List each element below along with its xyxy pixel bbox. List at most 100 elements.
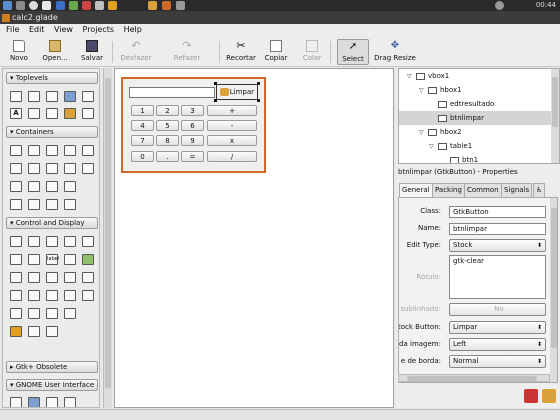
vbox-widget-icon[interactable] bbox=[28, 145, 40, 156]
collapse-arrow-icon[interactable]: ▽ bbox=[419, 126, 426, 140]
scrolled-window-icon[interactable] bbox=[46, 199, 58, 210]
collapse-arrow-icon[interactable]: ▽ bbox=[407, 70, 414, 84]
new-button[interactable]: Novo bbox=[6, 39, 32, 65]
window-widget-icon[interactable] bbox=[10, 91, 22, 102]
file-manager-icon[interactable] bbox=[42, 1, 51, 10]
stock-text-area[interactable]: gtk-clear bbox=[449, 255, 546, 299]
cut-button[interactable]: ✂ Recortar bbox=[224, 39, 258, 65]
fixed-widget-icon[interactable] bbox=[64, 181, 76, 192]
launcher-icon[interactable] bbox=[16, 1, 25, 10]
table-widget-icon[interactable] bbox=[46, 145, 58, 156]
undo-button[interactable]: ↶ Desfazer bbox=[117, 39, 155, 65]
vseparator-icon[interactable] bbox=[64, 308, 76, 319]
calendar-widget-icon[interactable] bbox=[10, 308, 22, 319]
sublinhado-toggle[interactable]: No bbox=[449, 303, 546, 316]
radio-button-icon[interactable] bbox=[64, 236, 76, 247]
tree-row[interactable]: ▽ hbox1 bbox=[419, 83, 559, 98]
selection-handle[interactable] bbox=[257, 82, 260, 85]
key-multiply[interactable]: x bbox=[207, 135, 257, 146]
image-widget-icon[interactable] bbox=[82, 254, 94, 265]
tree-row[interactable]: ▽ vbox1 bbox=[407, 69, 559, 83]
palette-scrollbar[interactable] bbox=[103, 68, 112, 408]
dialog-widget-icon[interactable] bbox=[28, 91, 40, 102]
file-chooser-button-icon[interactable] bbox=[46, 326, 58, 337]
palette-group-control-display[interactable]: ▾ Control and Display bbox=[6, 217, 98, 229]
palette-group-containers[interactable]: ▾ Containers bbox=[6, 126, 98, 138]
hscale-widget-icon[interactable] bbox=[64, 272, 76, 283]
hbuttonbox-widget-icon[interactable] bbox=[46, 163, 58, 174]
tree-row-selected[interactable]: btnlimpar bbox=[399, 111, 551, 125]
palette-group-gnome-ui[interactable]: ▾ GNOME User Interface bbox=[6, 379, 98, 391]
layout-widget-icon[interactable] bbox=[46, 181, 58, 192]
redo-button[interactable]: ↷ Refazer bbox=[170, 39, 204, 65]
menu-file[interactable]: File bbox=[6, 25, 19, 34]
gnome-app-icon[interactable] bbox=[10, 397, 22, 407]
key-2[interactable]: 2 bbox=[156, 105, 179, 116]
vpaned-widget-icon[interactable] bbox=[28, 163, 40, 174]
key-minus[interactable]: - bbox=[207, 120, 257, 131]
tree-row[interactable]: edtresultado bbox=[429, 97, 559, 111]
terminal-icon[interactable] bbox=[95, 1, 104, 10]
check-button-icon[interactable] bbox=[46, 236, 58, 247]
key-decimal[interactable]: . bbox=[156, 151, 179, 162]
tab-general[interactable]: General bbox=[399, 183, 433, 198]
file-chooser-icon[interactable] bbox=[28, 108, 40, 119]
viewport-widget-icon[interactable] bbox=[64, 199, 76, 210]
browser-icon[interactable] bbox=[56, 1, 65, 10]
btnlimpar-button[interactable]: Limpar bbox=[216, 84, 258, 100]
tree-row[interactable]: btn1 bbox=[441, 153, 559, 163]
key-plus[interactable]: + bbox=[207, 105, 257, 116]
vbuttonbox-widget-icon[interactable] bbox=[64, 163, 76, 174]
name-field[interactable]: btnlimpar bbox=[449, 223, 546, 235]
drawing-area-icon[interactable] bbox=[28, 308, 40, 319]
image-position-combo[interactable]: Left ⬍ bbox=[449, 338, 546, 351]
recent-chooser-icon[interactable] bbox=[82, 108, 94, 119]
about-dialog-icon[interactable] bbox=[64, 91, 76, 102]
scrollbar-thumb[interactable] bbox=[551, 208, 557, 348]
help-icon[interactable] bbox=[524, 389, 538, 403]
palette-group-gtk-obsolete[interactable]: ▸ Gtk+ Obsolete bbox=[6, 361, 98, 373]
properties-vscrollbar[interactable] bbox=[550, 198, 557, 382]
color-button-icon[interactable] bbox=[28, 326, 40, 337]
notebook-widget-icon[interactable] bbox=[64, 145, 76, 156]
scrollbar-thumb[interactable] bbox=[552, 77, 558, 127]
frame-widget-icon[interactable] bbox=[82, 145, 94, 156]
selection-handle[interactable] bbox=[214, 82, 217, 85]
key-3[interactable]: 3 bbox=[181, 105, 204, 116]
tree-row[interactable]: ▽ table1 bbox=[429, 139, 559, 153]
menubar-widget-icon[interactable] bbox=[28, 181, 40, 192]
combo-box-icon[interactable] bbox=[10, 272, 22, 283]
hpaned-widget-icon[interactable] bbox=[10, 163, 22, 174]
scrollbar-thumb[interactable] bbox=[407, 376, 537, 381]
assistant-icon[interactable] bbox=[64, 108, 76, 119]
open-button[interactable]: Open... bbox=[38, 39, 72, 65]
key-9[interactable]: 9 bbox=[181, 135, 204, 146]
key-1[interactable]: 1 bbox=[131, 105, 154, 116]
toggle-button-icon[interactable] bbox=[28, 236, 40, 247]
progress-bar-icon[interactable] bbox=[46, 272, 58, 283]
key-4[interactable]: 4 bbox=[131, 120, 154, 131]
select-button[interactable]: ➚ Select bbox=[337, 39, 369, 65]
key-6[interactable]: 6 bbox=[181, 120, 204, 131]
entry-widget-icon[interactable] bbox=[10, 254, 22, 265]
editor-icon[interactable] bbox=[69, 1, 78, 10]
alignment-widget-icon[interactable] bbox=[28, 199, 40, 210]
font-button-icon[interactable] bbox=[10, 326, 22, 337]
scrollbar-thumb[interactable] bbox=[105, 78, 111, 388]
tree-view-icon[interactable] bbox=[10, 290, 22, 301]
selection-handle[interactable] bbox=[214, 99, 217, 102]
home-icon[interactable] bbox=[29, 1, 38, 10]
selection-handle[interactable] bbox=[257, 99, 260, 102]
tab-accessibility[interactable]: ♿ bbox=[533, 183, 546, 197]
gnome-dialog-icon[interactable] bbox=[28, 397, 40, 407]
key-8[interactable]: 8 bbox=[156, 135, 179, 146]
spin-button-icon[interactable] bbox=[82, 236, 94, 247]
edtresultado-entry[interactable] bbox=[129, 87, 215, 98]
stock-button-combo[interactable]: Limpar ⬍ bbox=[449, 321, 546, 334]
key-5[interactable]: 5 bbox=[156, 120, 179, 131]
collapse-arrow-icon[interactable]: ▽ bbox=[419, 84, 426, 98]
paste-button[interactable]: Colar bbox=[300, 39, 324, 65]
edit-type-combo[interactable]: Stock ⬍ bbox=[449, 239, 546, 252]
arrow-widget-icon[interactable] bbox=[82, 290, 94, 301]
font-dialog-icon[interactable]: A bbox=[10, 108, 22, 119]
